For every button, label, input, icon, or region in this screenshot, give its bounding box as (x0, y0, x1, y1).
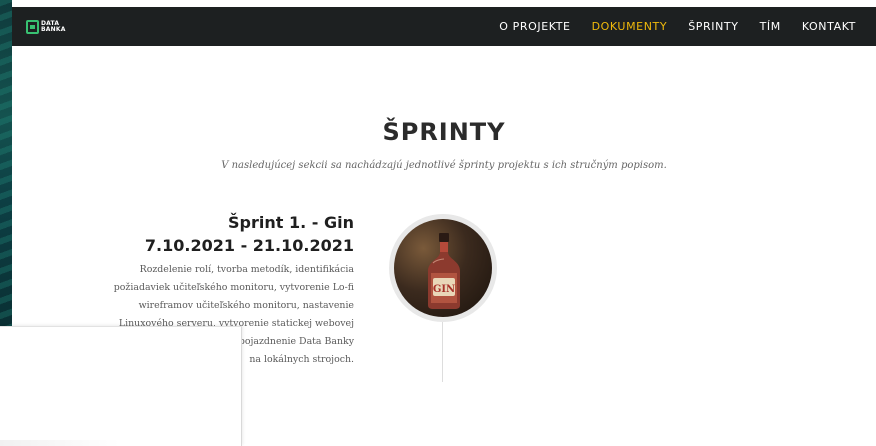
nav-link-dokumenty[interactable]: DOKUMENTY (592, 20, 668, 33)
nav-links: O PROJEKTE DOKUMENTY ŠPRINTY TÍM KONTAKT (499, 20, 856, 33)
background-strip (0, 0, 12, 330)
nav-link-kontakt[interactable]: KONTAKT (802, 20, 856, 33)
svg-text:GIN: GIN (433, 284, 455, 295)
section-title: ŠPRINTY (382, 118, 506, 146)
sprint-image: GIN (389, 214, 497, 322)
top-gap (12, 0, 876, 7)
logo[interactable]: DATA BANKA (26, 19, 66, 34)
sprint-description-line: požiadaviek učiteľského monitoru, vytvor… (113, 282, 354, 293)
nav-link-o-projekte[interactable]: O PROJEKTE (499, 20, 570, 33)
nav-link-tim[interactable]: TÍM (760, 20, 781, 33)
sprint-dates: 7.10.2021 - 21.10.2021 (144, 236, 354, 255)
navbar: DATA BANKA O PROJEKTE DOKUMENTY ŠPRINTY … (12, 7, 876, 46)
gin-bottle-image: GIN (394, 219, 492, 317)
gin-bottle-icon: GIN (428, 233, 460, 309)
timeline-line (442, 320, 443, 382)
overlay-panel (0, 326, 242, 446)
nav-link-sprinty[interactable]: ŠPRINTY (688, 20, 738, 33)
logo-line-2: BANKA (41, 25, 66, 33)
sprint-title: Šprint 1. - Gin (228, 213, 354, 232)
section-subtitle: V nasledujúcej sekcii sa nachádzajú jedn… (221, 160, 667, 171)
logo-icon (26, 19, 39, 34)
logo-text: DATA BANKA (41, 20, 66, 33)
sprint-description-line: wireframov učiteľského monitoru, nastave… (138, 300, 354, 311)
sprint-description-line: Rozdelenie rolí, tvorba metodík, identif… (139, 264, 354, 275)
